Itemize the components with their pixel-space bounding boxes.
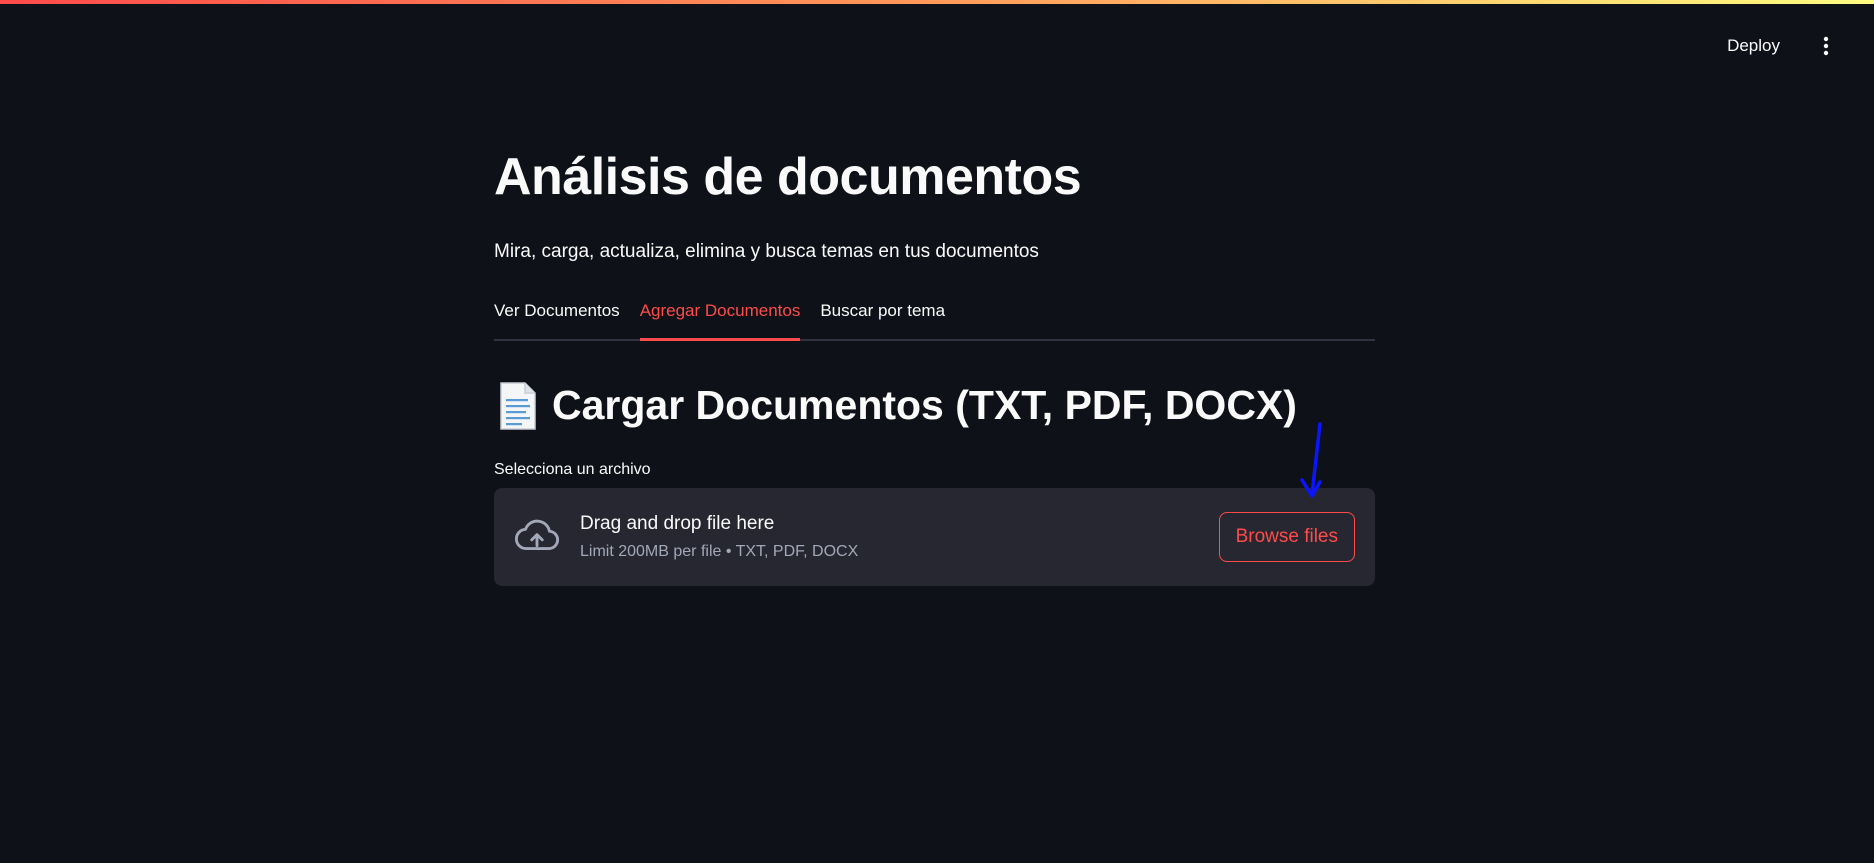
kebab-menu-icon <box>1823 36 1829 56</box>
document-icon <box>500 381 536 430</box>
section-heading: Cargar Documentos (TXT, PDF, DOCX) <box>494 381 1375 431</box>
dropzone-limit-text: Limit 200MB per file • TXT, PDF, DOCX <box>580 542 859 560</box>
section-title: Cargar Documentos (TXT, PDF, DOCX) <box>552 382 1297 429</box>
main-menu-button[interactable] <box>1814 28 1838 64</box>
browse-files-button[interactable]: Browse files <box>1218 511 1355 562</box>
page-subtitle: Mira, carga, actualiza, elimina y busca … <box>494 240 1039 262</box>
tab-bar: Ver Documentos Agregar Documentos Buscar… <box>494 301 1375 341</box>
dropzone-instruction: Drag and drop file here <box>580 512 775 534</box>
dropzone-texts: Drag and drop file here Limit 200MB per … <box>580 513 1219 561</box>
page-title: Análisis de documentos <box>494 148 1082 206</box>
main-content: Análisis de documentos Mira, carga, actu… <box>494 150 1375 586</box>
annotation-arrow-icon <box>1300 422 1322 498</box>
tab-ver-documentos[interactable]: Ver Documentos <box>494 301 620 339</box>
top-decoration-bar <box>0 0 1874 4</box>
cloud-upload-icon <box>514 519 560 550</box>
tab-buscar-por-tema[interactable]: Buscar por tema <box>820 301 945 339</box>
deploy-button[interactable]: Deploy <box>1715 28 1792 64</box>
app-header: Deploy <box>1715 28 1838 64</box>
file-dropzone[interactable]: Drag and drop file here Limit 200MB per … <box>494 487 1375 586</box>
file-uploader-label: Selecciona un archivo <box>494 460 651 478</box>
tab-agregar-documentos[interactable]: Agregar Documentos <box>639 301 800 341</box>
